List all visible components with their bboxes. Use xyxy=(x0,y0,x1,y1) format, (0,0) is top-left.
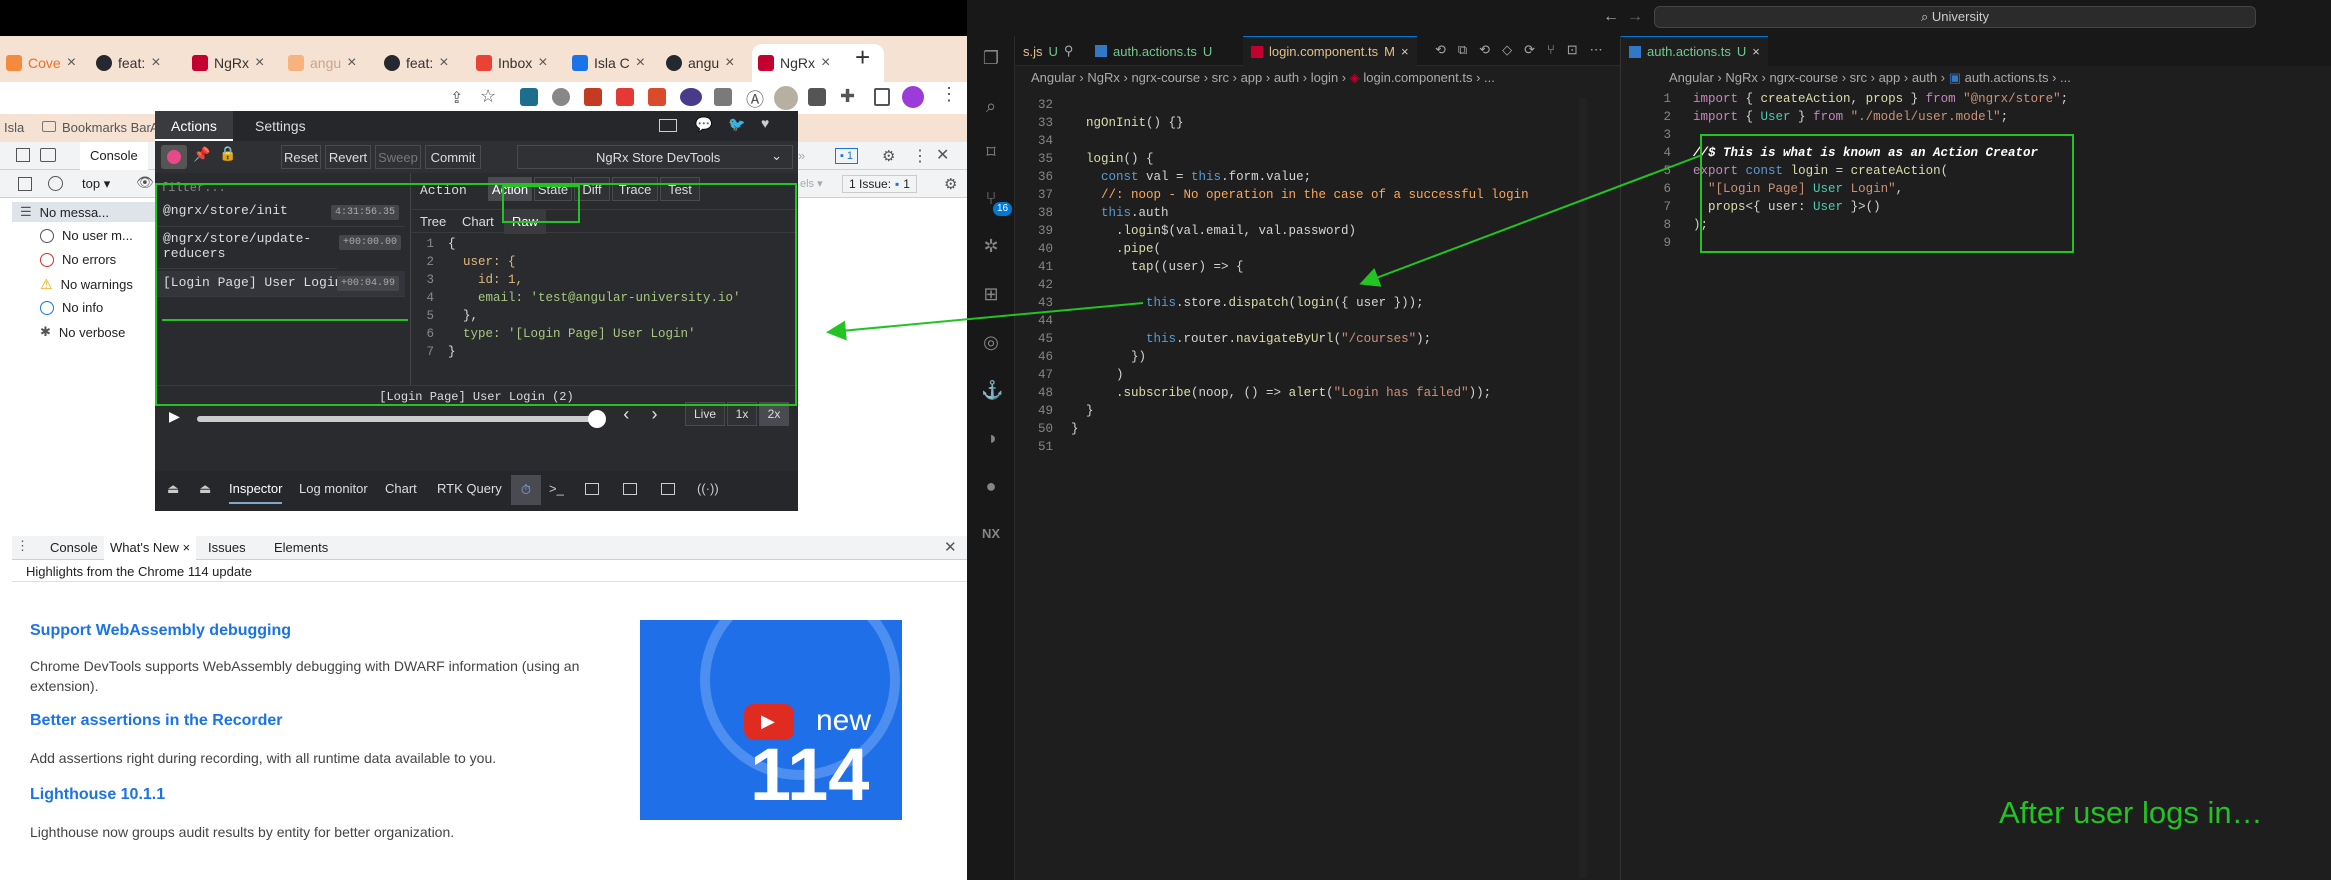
annotation-arrow xyxy=(1359,154,1703,287)
annotation-arrows xyxy=(826,154,1703,341)
annotation-arrow xyxy=(826,302,1144,341)
